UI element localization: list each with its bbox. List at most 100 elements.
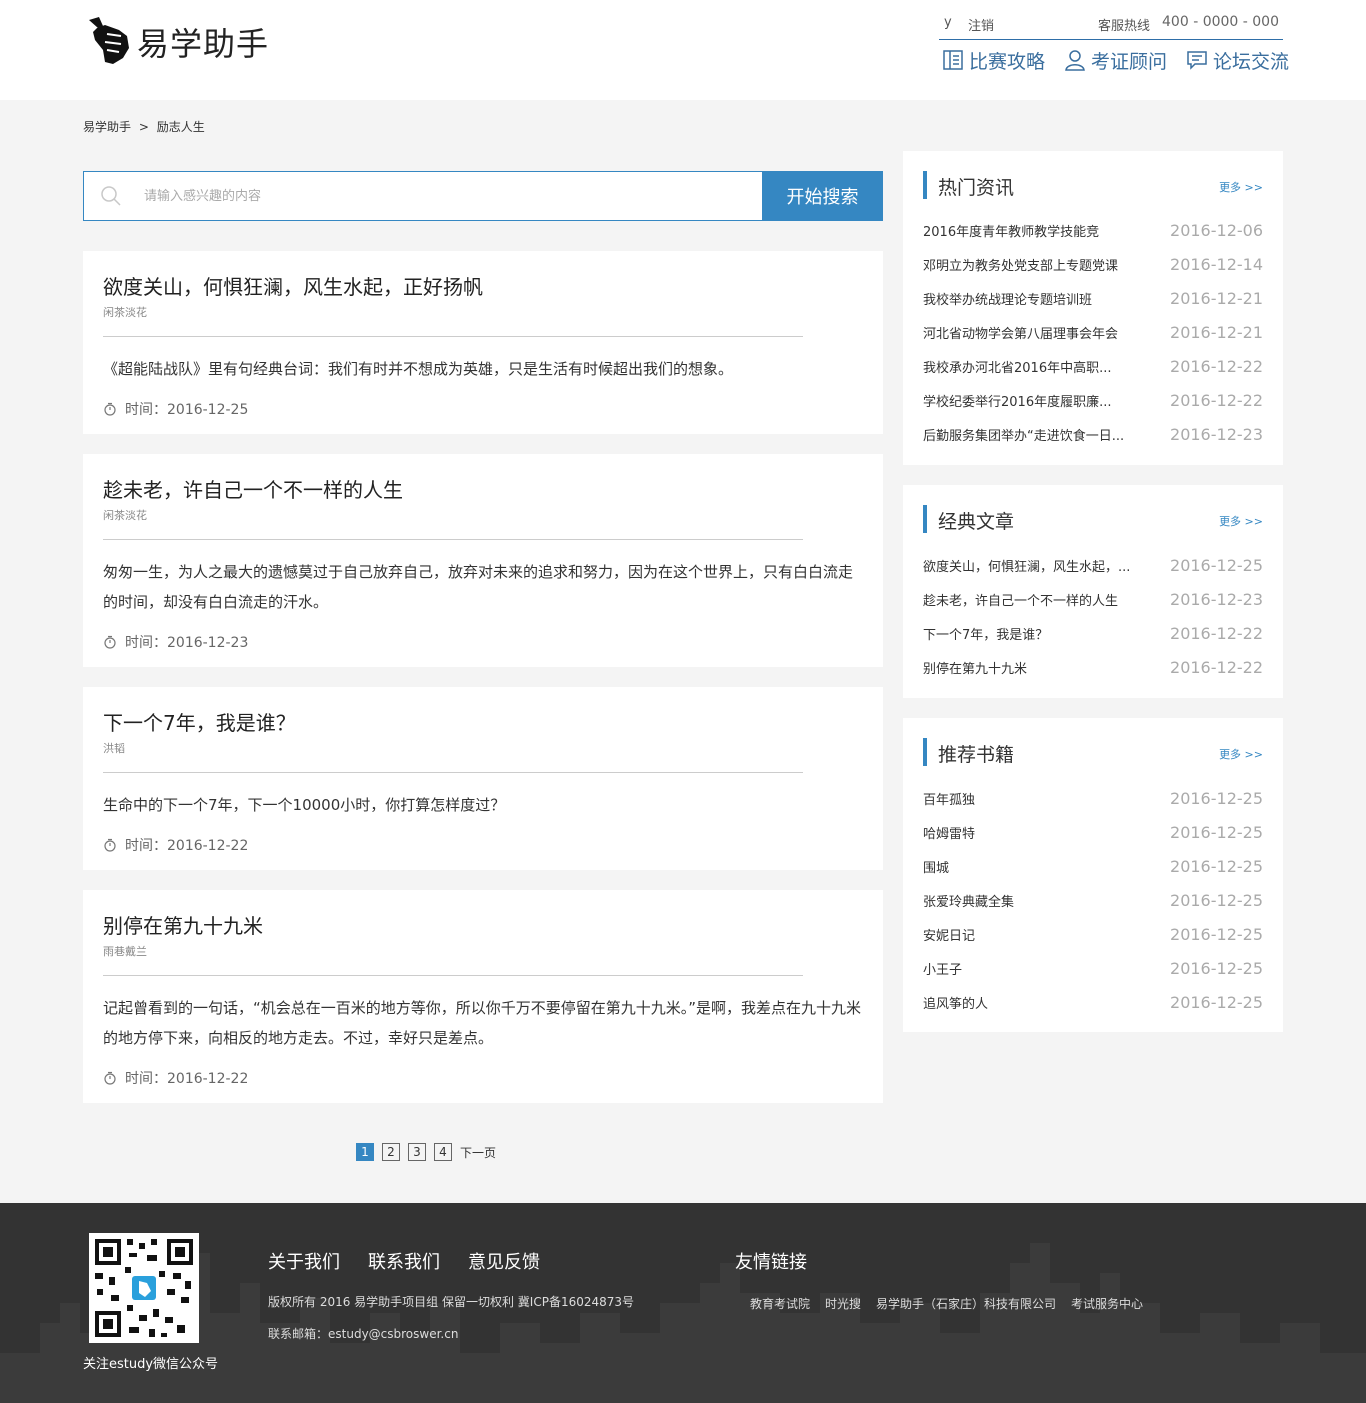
- top-links: y 注销 客服热线 400 - 0000 - 000: [940, 14, 1283, 40]
- article-summary: 生命中的下一个7年，下一个10000小时，你打算怎样度过？: [103, 796, 506, 814]
- list-item-date: 2016-12-21: [1170, 323, 1263, 342]
- list-item-date: 2016-12-25: [1170, 993, 1263, 1012]
- list-item-date: 2016-12-25: [1170, 556, 1263, 575]
- nav-item-advisor[interactable]: 考证顾问: [1064, 45, 1167, 75]
- article-title[interactable]: 别停在第九十九米: [103, 910, 263, 939]
- list-item-date: 2016-12-25: [1170, 925, 1263, 944]
- panel-accent-bar: [923, 171, 927, 199]
- site-logo[interactable]: 易学助手: [83, 16, 269, 68]
- article-time-text: 时间：2016-12-22: [125, 1071, 249, 1087]
- friend-link[interactable]: 教育考试院: [750, 1295, 810, 1312]
- next-page-link[interactable]: 下一页: [460, 1144, 496, 1161]
- list-item-title[interactable]: 欲度关山，何惧狂澜，风生水起，...: [923, 556, 1148, 575]
- list-item[interactable]: 学校纪委举行2016年度履职廉... 2016-12-22: [923, 391, 1263, 411]
- list-item-title[interactable]: 下一个7年，我是谁？: [923, 624, 1148, 643]
- article-title[interactable]: 趁未老，许自己一个不一样的人生: [103, 474, 403, 503]
- panel-title: 经典文章: [938, 511, 1015, 533]
- list-item-title[interactable]: 别停在第九十九米: [923, 658, 1148, 677]
- list-item[interactable]: 后勤服务集团举办“走进饮食一日... 2016-12-23: [923, 425, 1263, 445]
- article-time: 时间：2016-12-23: [103, 632, 248, 652]
- list-item[interactable]: 张爱玲典藏全集 2016-12-25: [923, 891, 1263, 911]
- article-title[interactable]: 欲度关山，何惧狂澜，风生水起，正好扬帆: [103, 271, 483, 300]
- user-icon: [1065, 50, 1085, 71]
- search-bar: 开始搜索: [83, 171, 883, 221]
- article-card[interactable]: 欲度关山，何惧狂澜，风生水起，正好扬帆 闲茶淡花 《超能陆战队》里有句经典台词：…: [83, 251, 883, 434]
- list-item[interactable]: 安妮日记 2016-12-25: [923, 925, 1263, 945]
- list-item[interactable]: 2016年度青年教师教学技能竞 2016-12-06: [923, 221, 1263, 241]
- more-link[interactable]: 更多 >>: [1219, 179, 1263, 195]
- logout-link[interactable]: 注销: [968, 15, 994, 34]
- article-divider: [103, 539, 803, 540]
- list-item-title[interactable]: 学校纪委举行2016年度履职廉...: [923, 391, 1148, 410]
- list-item-title[interactable]: 百年孤独: [923, 789, 1148, 808]
- list-item[interactable]: 欲度关山，何惧狂澜，风生水起，... 2016-12-25: [923, 556, 1263, 576]
- article-divider: [103, 772, 803, 773]
- list-item[interactable]: 邓明立为教务处党支部上专题党课 2016-12-14: [923, 255, 1263, 275]
- recommended-books-panel: 推荐书籍 更多 >> 百年孤独 2016-12-25 哈姆雷特 2016-12-25…: [903, 718, 1283, 1032]
- nav-label: 考证顾问: [1091, 50, 1168, 73]
- list-item[interactable]: 小王子 2016-12-25: [923, 959, 1263, 979]
- search-input[interactable]: [144, 184, 744, 208]
- footer-link-feedback[interactable]: 意见反馈: [468, 1248, 540, 1274]
- footer-link-contact[interactable]: 联系我们: [368, 1248, 440, 1274]
- search-button[interactable]: 开始搜索: [762, 171, 883, 221]
- list-item-date: 2016-12-25: [1170, 823, 1263, 842]
- list-item-title[interactable]: 哈姆雷特: [923, 823, 1148, 842]
- friend-link[interactable]: 时光搜: [825, 1295, 861, 1312]
- list-item-date: 2016-12-22: [1170, 624, 1263, 643]
- list-item-title[interactable]: 趁未老，许自己一个不一样的人生: [923, 590, 1148, 609]
- article-card[interactable]: 下一个7年，我是谁？ 洪韬 生命中的下一个7年，下一个10000小时，你打算怎样…: [83, 687, 883, 870]
- list-item[interactable]: 别停在第九十九米 2016-12-22: [923, 658, 1263, 678]
- list-item[interactable]: 哈姆雷特 2016-12-25: [923, 823, 1263, 843]
- article-author: 雨巷戴兰: [103, 945, 147, 958]
- footer-link-about[interactable]: 关于我们: [268, 1248, 340, 1274]
- article-card[interactable]: 别停在第九十九米 雨巷戴兰 记起曾看到的一句话，“机会总在一百米的地方等你，所以…: [83, 890, 883, 1103]
- page-button-2[interactable]: 2: [382, 1143, 400, 1161]
- list-item-title[interactable]: 小王子: [923, 959, 1148, 978]
- username-link[interactable]: y: [944, 15, 952, 30]
- list-item-title[interactable]: 安妮日记: [923, 925, 1148, 944]
- list-item-date: 2016-12-25: [1170, 789, 1263, 808]
- list-item[interactable]: 追风筝的人 2016-12-25: [923, 993, 1263, 1013]
- site-header: 易学助手 y 注销 客服热线 400 - 0000 - 000 比赛攻略 考证顾…: [0, 0, 1366, 100]
- list-item-date: 2016-12-14: [1170, 255, 1263, 274]
- nav-item-contest[interactable]: 比赛攻略: [942, 45, 1045, 75]
- hot-news-panel: 热门资讯 更多 >> 2016年度青年教师教学技能竞 2016-12-06 邓明立…: [903, 151, 1283, 465]
- list-item-date: 2016-12-25: [1170, 857, 1263, 876]
- list-item[interactable]: 我校举办统战理论专题培训班 2016-12-21: [923, 289, 1263, 309]
- breadcrumb-current[interactable]: 励志人生: [157, 120, 205, 134]
- list-item-title[interactable]: 河北省动物学会第八届理事会年会: [923, 323, 1148, 342]
- more-link[interactable]: 更多 >>: [1219, 513, 1263, 529]
- search-icon: [101, 186, 121, 206]
- list-item-title[interactable]: 邓明立为教务处党支部上专题党课: [923, 255, 1148, 274]
- page-button-1[interactable]: 1: [356, 1143, 374, 1161]
- list-item-title[interactable]: 2016年度青年教师教学技能竞: [923, 221, 1148, 240]
- list-item-title[interactable]: 张爱玲典藏全集: [923, 891, 1148, 910]
- list-item[interactable]: 我校承办河北省2016年中高职... 2016-12-22: [923, 357, 1263, 377]
- list-item-title[interactable]: 我校举办统战理论专题培训班: [923, 289, 1148, 308]
- article-author: 闲茶淡花: [103, 509, 147, 522]
- friend-link[interactable]: 易学助手（石家庄）科技有限公司: [876, 1295, 1056, 1312]
- list-item-date: 2016-12-21: [1170, 289, 1263, 308]
- list-item[interactable]: 趁未老，许自己一个不一样的人生 2016-12-23: [923, 590, 1263, 610]
- more-link[interactable]: 更多 >>: [1219, 746, 1263, 762]
- breadcrumb-separator: >: [138, 120, 149, 134]
- friend-link[interactable]: 考试服务中心: [1071, 1295, 1143, 1312]
- breadcrumb-home[interactable]: 易学助手: [83, 120, 131, 134]
- list-item[interactable]: 百年孤独 2016-12-25: [923, 789, 1263, 809]
- article-title[interactable]: 下一个7年，我是谁？: [103, 707, 296, 736]
- list-item-title[interactable]: 追风筝的人: [923, 993, 1148, 1012]
- list-item[interactable]: 围城 2016-12-25: [923, 857, 1263, 877]
- article-summary: 匆匆一生，为人之最大的遗憾莫过于自己放弃自己，放弃对未来的追求和努力，因为在这个…: [103, 563, 854, 611]
- list-item[interactable]: 河北省动物学会第八届理事会年会 2016-12-21: [923, 323, 1263, 343]
- article-card[interactable]: 趁未老，许自己一个不一样的人生 闲茶淡花 匆匆一生，为人之最大的遗憾莫过于自己放…: [83, 454, 883, 667]
- article-time: 时间：2016-12-22: [103, 835, 248, 855]
- page-button-3[interactable]: 3: [408, 1143, 426, 1161]
- nav-item-forum[interactable]: 论坛交流: [1186, 45, 1289, 75]
- city-skyline-background: [0, 1243, 1366, 1403]
- page-button-4[interactable]: 4: [434, 1143, 452, 1161]
- list-item[interactable]: 下一个7年，我是谁？ 2016-12-22: [923, 624, 1263, 644]
- list-item-title[interactable]: 后勤服务集团举办“走进饮食一日...: [923, 425, 1148, 444]
- list-item-title[interactable]: 围城: [923, 857, 1148, 876]
- list-item-title[interactable]: 我校承办河北省2016年中高职...: [923, 357, 1148, 376]
